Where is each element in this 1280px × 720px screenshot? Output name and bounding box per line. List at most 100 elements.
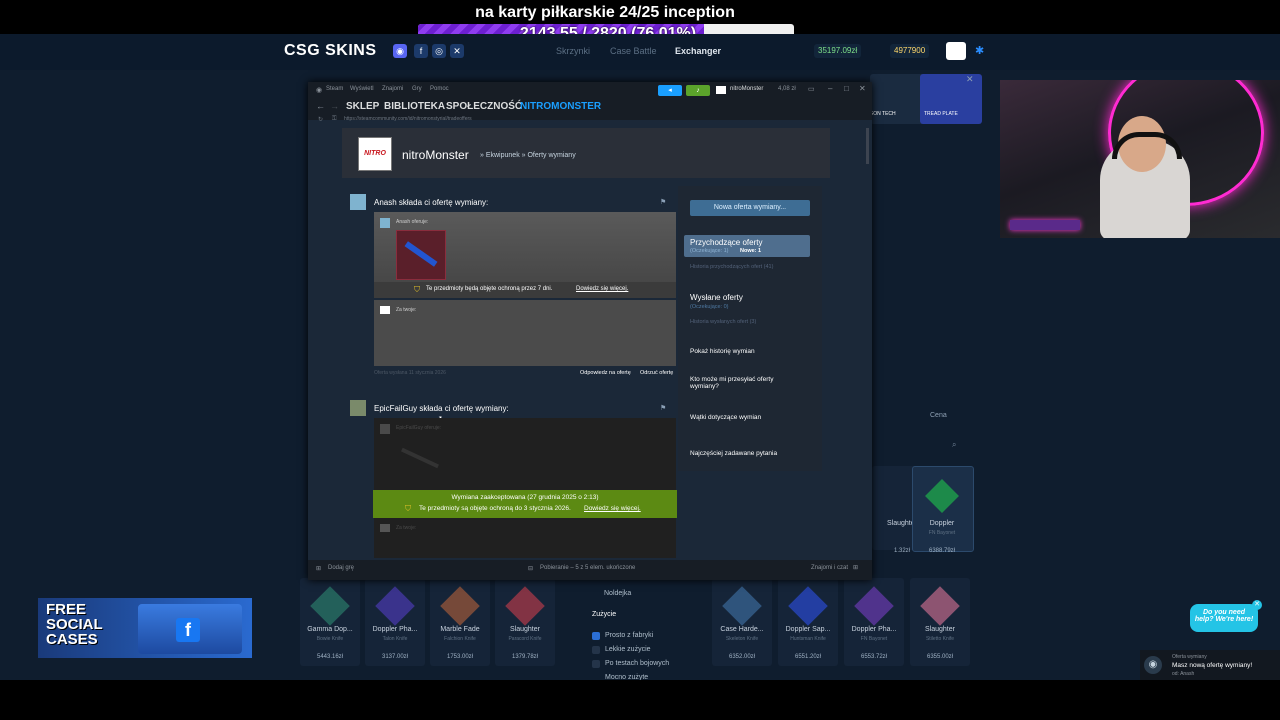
skin-name: Doppler Sap... [785,626,831,633]
learn-more-link[interactable]: Dowiedz się więcej. [584,505,641,512]
report-flag-icon[interactable]: ⚑ [660,198,670,206]
breadcrumb[interactable]: » Ekwipunek » Oferty wymiany [480,152,576,159]
skin-card[interactable]: Case Harde... Skeleton Knife 6352.00zł [712,578,772,666]
nav-skrzynki[interactable]: Skrzynki [556,46,590,56]
skin-name: Doppler Pha... [851,626,897,633]
add-game-button[interactable]: Dodaj grę [328,565,354,571]
tab-community[interactable]: SPOŁECZNOŚĆ [446,101,522,112]
skin-price: 5443.16zł [316,654,344,660]
friends-chat-button[interactable]: Znajomi i czat [811,565,848,571]
wallet-balance: 4,08 zł [778,86,796,92]
add-game-icon[interactable]: ⊞ [316,565,321,572]
skin-price: 1379.78zł [511,654,539,660]
close-icon[interactable]: ✕ [1252,600,1262,610]
free-cases-banner[interactable]: FREE SOCIAL CASES f [38,598,252,658]
skin-price: 6352.00zł [728,654,756,660]
discord-icon[interactable]: ◉ [393,44,407,58]
skin-card[interactable]: Doppler Pha... Talon Knife 3137.00zł [365,578,425,666]
tab-store[interactable]: SKLEP [346,101,379,112]
instagram-icon[interactable]: ◎ [432,44,446,58]
report-flag-icon[interactable]: ⚑ [660,404,670,412]
trade-history-link[interactable]: Pokaż historię wymian [690,348,755,355]
tab-library[interactable]: BIBLIOTEKA [384,101,445,112]
decline-offer-link[interactable]: Odrzuć ofertę [640,370,673,376]
skin-card[interactable]: Marble Fade Falchion Knife 1753.00zł [430,578,490,666]
menu-friends[interactable]: Znajomi [382,86,403,92]
profile-name[interactable]: nitroMonster [402,148,469,162]
site-logo[interactable]: CSG SKINS [284,42,377,60]
scrollbar[interactable] [866,128,869,164]
coins-display: 4977900 [890,44,930,58]
nav-exchanger[interactable]: Exchanger [675,46,721,56]
their-items-box: Anash oferuje: [374,212,676,282]
friends-chat-icon[interactable]: ⊞ [853,564,858,571]
skin-card[interactable]: Doppler Sap... Huntsman Knife 6551.20zł [778,578,838,666]
checkbox-checked-icon[interactable] [592,632,600,640]
help-text: Do you need help? We're here! [1194,609,1254,623]
filter-option[interactable]: Po testach bojowych [605,660,669,667]
checkbox-icon[interactable] [592,660,600,668]
menu-view[interactable]: Wyświetl [350,86,374,92]
maximize-icon[interactable]: □ [844,84,849,93]
knife-image [401,447,439,469]
notification-bell-icon[interactable]: ♪ [686,85,710,96]
sent-history-link[interactable]: Historia wysłanych ofert (3) [690,319,756,325]
back-arrow-icon[interactable]: ← [316,101,325,111]
skin-name: Marble Fade [440,626,480,633]
knife-item-slot[interactable] [396,230,446,280]
skin-card[interactable]: Slaughter Stiletto Knife 6355.00zł [910,578,970,666]
incoming-offers-tab[interactable]: Przychodzące oferty (Oczekujące: 1) Nowe… [684,235,810,257]
case-box-image: f [138,604,242,654]
user-avatar[interactable] [946,42,966,60]
menu-steam[interactable]: Steam [326,86,343,92]
filter-option[interactable]: Prosto z fabryki [605,632,653,639]
skin-subtitle: Stiletto Knife [925,636,955,642]
shield-icon: ⛉ [414,285,420,294]
trade-forums-link[interactable]: Wątki dotyczące wymian [690,414,761,421]
download-status[interactable]: Pobieranie – 5 z 5 elem. ukończone [540,565,635,571]
x-icon[interactable]: ✕ [450,44,464,58]
picture-icon[interactable]: ▭ [808,85,815,93]
filter-option[interactable]: Lekkie zużycie [605,646,651,653]
steam-notification[interactable]: ◉ Oferta wymiany Masz nową ofertę wymian… [1140,650,1280,680]
steam-username[interactable]: nitroMonster [730,86,763,92]
faq-link[interactable]: Najczęściej zadawane pytania [690,450,777,457]
minimize-icon[interactable]: – [828,84,832,93]
sort-label[interactable]: Cena [930,412,947,419]
skin-card[interactable]: Doppler Pha... FN Bayonet 6553.72zł [844,578,904,666]
user-avatar-small[interactable] [716,86,726,94]
sender-avatar[interactable] [350,400,366,416]
forward-arrow-icon[interactable]: → [330,101,339,111]
search-icon[interactable]: ⌕ [952,440,956,450]
steam-icon[interactable]: ◉ [316,86,322,94]
top-card-label: TREAD PLATE [924,111,958,117]
refresh-icon[interactable]: ↻ [318,116,323,123]
incoming-history-link[interactable]: Historia przychodzących ofert (41) [690,264,773,270]
facebook-icon[interactable]: f [414,44,428,58]
help-chat-bubble[interactable]: Do you need help? We're here! [1190,604,1258,632]
new-trade-offer-button[interactable]: Nowa oferta wymiany... [690,200,810,216]
learn-more-link[interactable]: Dowiedz się więcej. [576,286,628,292]
skin-subtitle: Falchion Knife [444,636,476,642]
menu-help[interactable]: Pomoc [430,86,449,92]
settings-icon[interactable]: ✱ [975,44,984,57]
tab-profile[interactable]: NITROMONSTER [520,101,601,112]
close-icon[interactable]: ✕ [966,74,974,85]
skin-card[interactable]: Slaughter Paracord Knife 1379.78zł [495,578,555,666]
sender-avatar[interactable] [350,194,366,210]
skin-price: 1753.00zł [446,654,474,660]
nav-case-battle[interactable]: Case Battle [610,46,657,56]
url-bar[interactable]: https://steamcommunity.com/id/nitromonst… [344,116,472,122]
reply-offer-link[interactable]: Odpowiedz na ofertę [580,370,631,376]
profile-avatar[interactable]: NITRO [358,137,392,171]
sent-offers-link[interactable]: Wysłane oferty [690,293,743,302]
skin-price: 6388.79zł [928,548,956,554]
close-window-icon[interactable]: ✕ [859,84,866,93]
skin-card[interactable]: Gamma Dop... Bowie Knife 5443.16zł [300,578,360,666]
checkbox-icon[interactable] [592,646,600,654]
who-can-send-link[interactable]: Kto może mi przesyłać oferty wymiany? [690,376,800,390]
menu-games[interactable]: Gry [412,86,422,92]
download-icon[interactable]: ⊟ [528,565,533,572]
filter-option[interactable]: Noldejka [604,590,631,597]
broadcast-icon[interactable]: ◂ [658,85,682,96]
